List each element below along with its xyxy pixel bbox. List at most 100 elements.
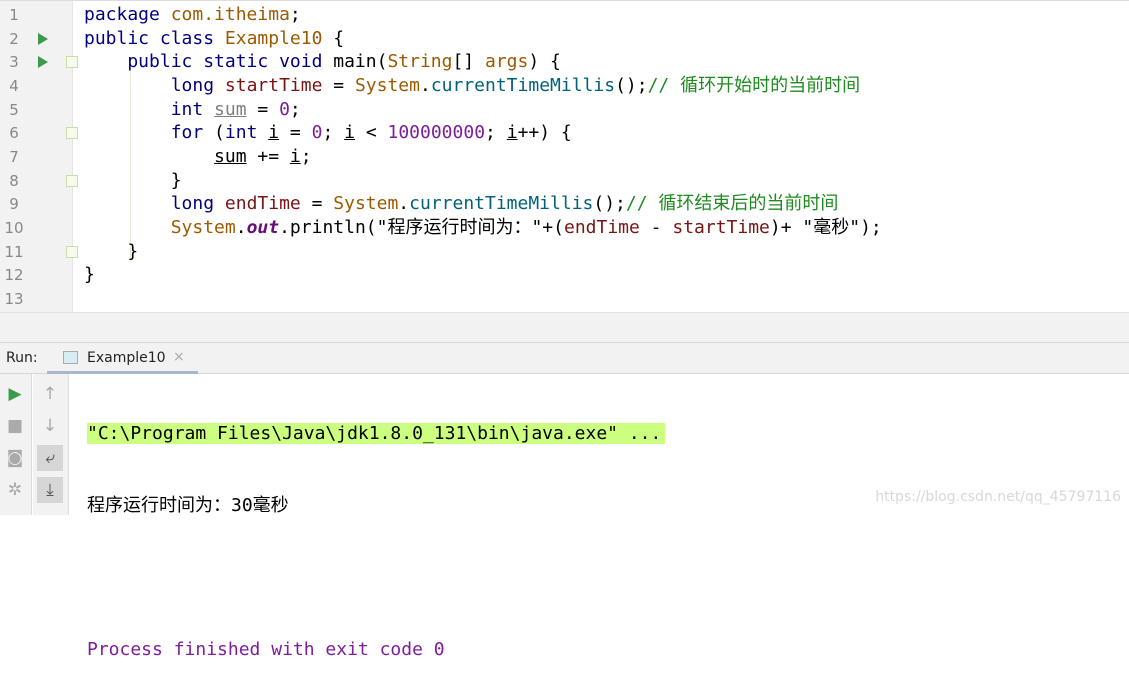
code-token: < <box>354 122 388 144</box>
code-token: for <box>84 122 215 144</box>
fold-marker-icon[interactable] <box>66 56 78 69</box>
code-token: = <box>246 98 280 120</box>
code-token: += <box>246 146 290 168</box>
code-line: public static void main(String[] args) { <box>84 50 561 74</box>
code-token: = <box>322 75 355 96</box>
run-toolbar-right: ↑ ↓ ⤶ ⤓ <box>33 374 69 515</box>
debug-icon[interactable]: ✲ <box>2 477 28 503</box>
code-token: = <box>279 122 312 144</box>
stop-icon[interactable]: ■ <box>2 413 28 439</box>
line-number: 8 <box>9 171 19 190</box>
code-token: i <box>506 122 518 144</box>
console-output[interactable]: "C:\Program Files\Java\jdk1.8.0_131\bin\… <box>87 374 666 686</box>
line-number: 1 <box>9 6 19 24</box>
run-gutter-icon[interactable] <box>38 32 48 45</box>
code-token: i <box>344 122 355 144</box>
tab-example10[interactable]: Example10 × <box>47 343 198 374</box>
console-command-line: "C:\Program Files\Java\jdk1.8.0_131\bin\… <box>87 423 666 444</box>
code-line: } <box>84 240 138 264</box>
arrow-up-icon[interactable]: ↑ <box>37 381 63 407</box>
code-token: 100000000 <box>387 122 486 144</box>
line-number: 6 <box>9 124 19 143</box>
code-token: - <box>639 217 673 239</box>
watermark: https://blog.csdn.net/qq_45797116 <box>875 489 1121 505</box>
code-token: 0 <box>279 98 290 120</box>
line-number: 11 <box>4 242 24 261</box>
run-gutter-icon[interactable] <box>38 56 48 69</box>
code-token: ; <box>485 122 507 144</box>
code-token: int <box>84 98 215 120</box>
code-token: currentTimeMillis <box>430 75 616 96</box>
code-token: . <box>419 75 431 96</box>
code-line: long endTime = System.currentTimeMillis(… <box>84 192 839 216</box>
code-line: long startTime = System.currentTimeMilli… <box>84 74 860 98</box>
code-token: { <box>322 27 345 49</box>
line-number: 13 <box>4 290 24 309</box>
code-token: ; <box>300 146 312 168</box>
play-icon[interactable]: ▶ <box>2 381 28 407</box>
code-token: ++) { <box>517 122 572 144</box>
code-token: main( <box>333 51 388 73</box>
code-token: currentTimeMillis <box>409 193 594 215</box>
console-icon <box>63 351 78 364</box>
code-token: public class <box>84 27 225 49</box>
code-token: i <box>289 146 301 168</box>
line-number: 10 <box>4 219 24 238</box>
close-tab-icon[interactable]: × <box>173 349 185 365</box>
code-token: long <box>84 193 225 215</box>
code-token: // 循环结束后的当前时间 <box>625 193 839 215</box>
code-line: sum += i; <box>84 145 312 169</box>
code-token: sum <box>214 146 247 168</box>
code-token: out <box>246 217 280 239</box>
line-number: 4 <box>9 77 19 95</box>
console-program-output: 程序运行时间为：30毫秒 <box>87 495 289 516</box>
code-token: i <box>268 122 280 144</box>
code-token: } <box>84 169 182 191</box>
code-token: )+ "毫秒"); <box>769 217 882 239</box>
code-token: = <box>300 193 334 215</box>
code-token: long <box>84 75 225 96</box>
code-token: startTime <box>672 217 770 239</box>
code-token: . <box>398 193 410 215</box>
run-tool-header: Run: Example10 × <box>0 342 1129 374</box>
soft-wrap-icon[interactable]: ⤶ <box>37 445 63 471</box>
code-token: (); <box>615 75 648 96</box>
code-token: String <box>387 51 453 73</box>
code-line: for (int i = 0; i < 100000000; i++) { <box>84 121 572 145</box>
fold-marker-icon[interactable] <box>66 174 78 187</box>
code-token: 0 <box>311 122 323 144</box>
code-token: startTime <box>224 75 323 96</box>
code-line: } <box>84 169 182 193</box>
code-token: package <box>84 4 171 25</box>
code-token: [] <box>452 51 485 73</box>
line-number: 9 <box>9 195 19 214</box>
fold-marker-icon[interactable] <box>66 245 78 258</box>
editor-bottom-band <box>0 312 1129 342</box>
code-token: Example10 <box>224 27 323 49</box>
line-number: 12 <box>4 266 24 285</box>
code-token: System <box>354 75 420 96</box>
editor-gutter: 1 2 3 4 5 6 7 8 9 10 11 12 13 <box>0 1 78 313</box>
code-token: (); <box>593 193 626 215</box>
tab-label: Example10 <box>87 350 166 366</box>
code-token: ; <box>289 4 301 25</box>
code-line: System.out.println("程序运行时间为："+(endTime -… <box>84 216 882 240</box>
fold-marker-icon[interactable] <box>66 127 78 140</box>
arrow-down-icon[interactable]: ↓ <box>37 413 63 439</box>
code-editor[interactable]: 1 2 3 4 5 6 7 8 9 10 11 12 13 package com.itheima; pu… <box>0 0 1129 313</box>
code-token: // 循环开始时的当前时间 <box>647 75 861 96</box>
camera-icon[interactable]: ◙ <box>2 445 28 471</box>
run-label: Run: <box>6 350 38 366</box>
code-token: } <box>84 264 95 286</box>
code-token: endTime <box>563 217 640 239</box>
code-token: sum <box>214 98 247 120</box>
code-token: System <box>333 193 399 215</box>
line-number: 3 <box>9 53 19 72</box>
code-token: System <box>170 217 236 239</box>
code-token: public static void <box>84 51 334 73</box>
line-number: 5 <box>9 100 19 119</box>
scroll-to-end-icon[interactable]: ⤓ <box>37 477 63 503</box>
code-line: package com.itheima; <box>84 3 301 27</box>
